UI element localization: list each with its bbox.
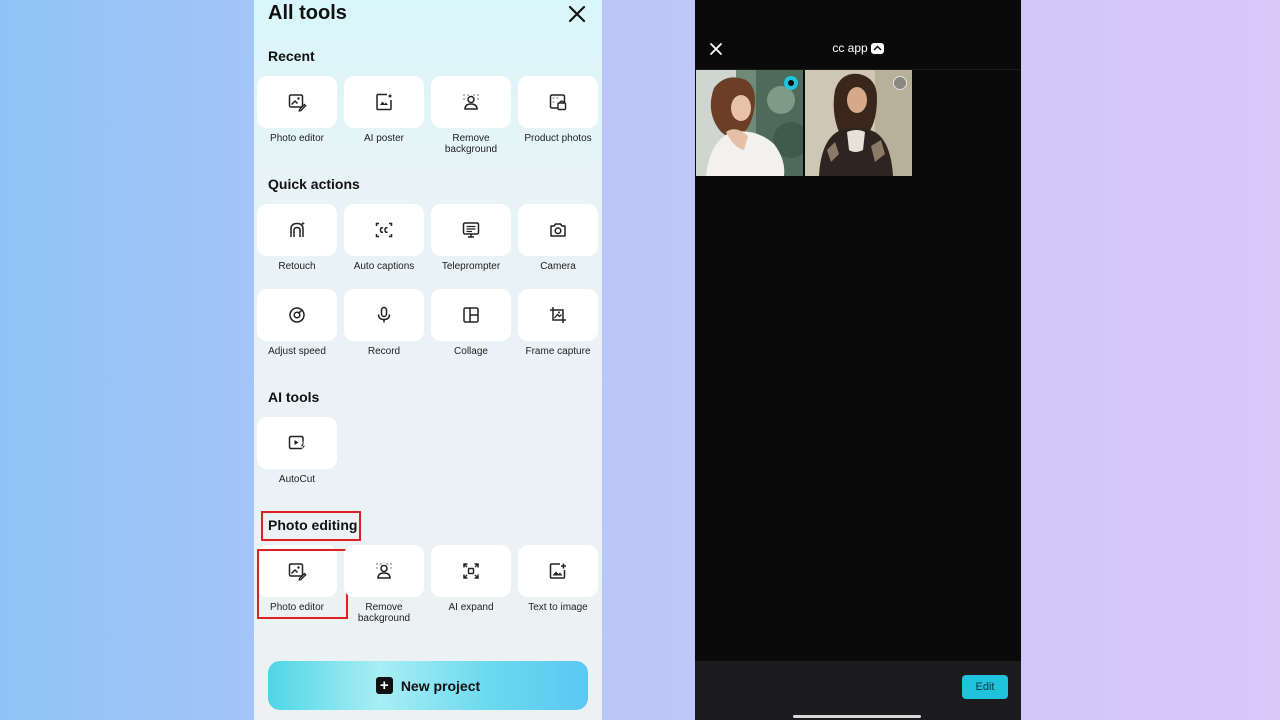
tool-card[interactable] bbox=[257, 289, 337, 341]
tool-label: Product photos bbox=[524, 133, 592, 144]
tool-label: Retouch bbox=[278, 261, 316, 272]
tool-card[interactable] bbox=[257, 76, 337, 128]
text-to-image-icon bbox=[549, 563, 566, 579]
album-selector[interactable]: cc app bbox=[695, 41, 1021, 55]
tool-card[interactable] bbox=[431, 545, 511, 597]
autocut-icon bbox=[288, 435, 307, 452]
tool-autocut[interactable]: AutoCut bbox=[257, 417, 337, 485]
chevron-up-icon bbox=[870, 42, 884, 54]
tool-ai-expand[interactable]: AI expand bbox=[431, 545, 511, 613]
tool-teleprompter[interactable]: Teleprompter bbox=[431, 204, 511, 272]
new-project-label: New project bbox=[400, 677, 481, 694]
collage-icon bbox=[463, 307, 479, 323]
tool-record[interactable]: Record bbox=[344, 289, 424, 357]
tool-card[interactable] bbox=[344, 289, 424, 341]
selection-indicator-selected[interactable] bbox=[784, 76, 798, 90]
tool-ai-poster[interactable]: AI poster bbox=[344, 76, 424, 144]
captions-icon bbox=[375, 222, 393, 238]
tool-label: Camera bbox=[540, 261, 576, 272]
highlight-box-tool bbox=[257, 549, 348, 619]
tool-label: AI expand bbox=[448, 602, 494, 613]
all-tools-header: All tools bbox=[254, 0, 602, 30]
tool-card[interactable] bbox=[431, 76, 511, 128]
tool-adjust-speed[interactable]: Adjust speed bbox=[257, 289, 337, 357]
section-title-ai-tools: AI tools bbox=[268, 389, 320, 405]
bottom-bar: Edit bbox=[695, 661, 1021, 720]
tool-label: Auto captions bbox=[353, 261, 415, 272]
teleprompter-icon bbox=[462, 222, 480, 238]
close-icon[interactable] bbox=[566, 3, 588, 25]
remove-background-icon bbox=[376, 563, 392, 579]
tool-label: Collage bbox=[454, 346, 488, 357]
tool-label: Photo editor bbox=[270, 133, 324, 144]
photo-picker-screen: cc app Edit bbox=[695, 0, 1021, 720]
tool-card[interactable] bbox=[344, 204, 424, 256]
highlight-box-section bbox=[261, 511, 361, 541]
speed-icon bbox=[289, 307, 305, 323]
tool-label: Adjust speed bbox=[268, 346, 326, 357]
album-name: cc app bbox=[832, 41, 868, 55]
new-project-button[interactable]: + New project bbox=[268, 661, 588, 710]
photo-edit-icon bbox=[288, 94, 307, 112]
tool-card[interactable] bbox=[344, 76, 424, 128]
plus-icon: + bbox=[375, 677, 393, 694]
tool-card[interactable] bbox=[257, 417, 337, 469]
tool-card[interactable] bbox=[518, 76, 598, 128]
remove-background-icon bbox=[463, 94, 479, 110]
tool-frame-capture[interactable]: Frame capture bbox=[518, 289, 598, 357]
page-title: All tools bbox=[268, 2, 347, 24]
ai-poster-icon bbox=[376, 93, 393, 111]
tool-photo-editor-recent[interactable]: Photo editor bbox=[257, 76, 337, 144]
tool-card[interactable] bbox=[518, 204, 598, 256]
photo-thumbnail[interactable] bbox=[805, 70, 912, 176]
tool-label: Remove background bbox=[444, 133, 498, 155]
section-title-quick-actions: Quick actions bbox=[268, 176, 360, 192]
tool-card[interactable] bbox=[518, 545, 598, 597]
product-photos-icon bbox=[549, 94, 567, 111]
tool-retouch[interactable]: Retouch bbox=[257, 204, 337, 272]
edit-button[interactable]: Edit bbox=[962, 675, 1008, 699]
tool-label: Frame capture bbox=[525, 346, 591, 357]
tool-label: Teleprompter bbox=[441, 261, 501, 272]
tool-label: Text to image bbox=[528, 602, 588, 613]
tool-card[interactable] bbox=[257, 204, 337, 256]
tool-card[interactable] bbox=[344, 545, 424, 597]
ai-expand-icon bbox=[463, 563, 479, 579]
tool-card[interactable] bbox=[431, 289, 511, 341]
microphone-icon bbox=[377, 306, 391, 323]
tool-label: AI poster bbox=[363, 133, 405, 144]
tool-card[interactable] bbox=[518, 289, 598, 341]
tool-label: Record bbox=[367, 346, 401, 357]
section-title-recent: Recent bbox=[268, 48, 315, 64]
tool-label: AutoCut bbox=[278, 474, 316, 485]
tool-card[interactable] bbox=[431, 204, 511, 256]
camera-icon bbox=[550, 223, 566, 237]
tool-collage[interactable]: Collage bbox=[431, 289, 511, 357]
tool-text-to-image[interactable]: Text to image bbox=[518, 545, 598, 613]
tool-camera[interactable]: Camera bbox=[518, 204, 598, 272]
home-indicator bbox=[793, 715, 921, 718]
frame-capture-icon bbox=[550, 307, 566, 323]
selection-indicator-unselected[interactable] bbox=[893, 76, 907, 90]
tool-remove-background-recent[interactable]: Remove background bbox=[431, 76, 511, 155]
tool-remove-background[interactable]: Remove background bbox=[344, 545, 424, 624]
all-tools-screen: All tools Recent Photo editor AI poster bbox=[254, 0, 602, 720]
tool-label: Remove background bbox=[357, 602, 411, 624]
tool-product-photos[interactable]: Product photos bbox=[518, 76, 598, 144]
tool-auto-captions[interactable]: Auto captions bbox=[344, 204, 424, 272]
photo-thumbnail[interactable] bbox=[696, 70, 803, 176]
retouch-icon bbox=[290, 221, 305, 237]
